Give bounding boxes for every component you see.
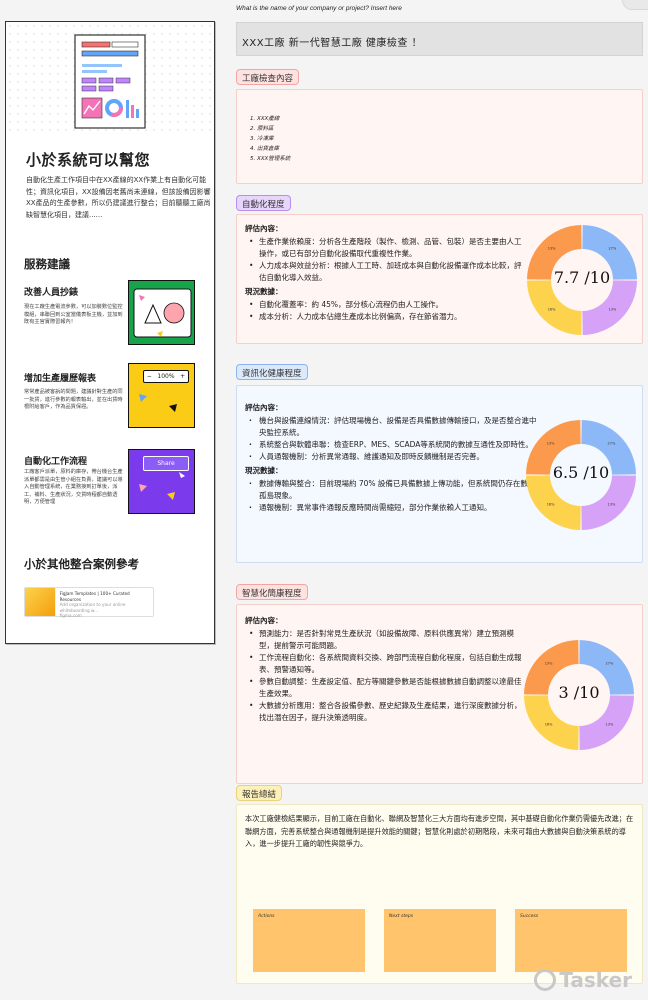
document-illustration-icon (74, 34, 146, 129)
donut-label: 27% (609, 247, 617, 251)
eval-item: 人力成本與效益分析：根據人工工時、加班成本與自動化設備運作成本比較，評估自動化導… (245, 260, 525, 284)
case-title: FigJam Templates | 100+ Curated Resource… (59, 591, 130, 602)
donut-label: 16% (545, 722, 553, 726)
donut-label: 13% (548, 247, 556, 251)
eval-item: 系統整合與軟體串聯：檢查ERP、MES、SCADA等系統間的數據互通性及即時性。 (245, 439, 540, 451)
summary-card: 本次工廠健檢結果顯示，目前工廠在自動化、聯網及智慧化三大方面均有進步空間，其中基… (236, 804, 643, 984)
case-thumbnail (25, 588, 56, 616)
tasker-logo-icon (534, 969, 557, 991)
section-label-automation: 自動化程度 (236, 195, 291, 211)
service-title: 自動化工作流程 (24, 457, 88, 467)
donut-label: 13% (608, 502, 616, 506)
eval-item: 工作流程自動化：各系統間資料交換、跨部門流程自動化程度，包括自動生成報表、預警通… (245, 652, 525, 676)
donut-label: 16% (547, 502, 555, 506)
eval-item: 人員通報機制：分析異常通報、維護通知及即時反饋機制是否完善。 (245, 451, 540, 463)
data-item: 自動化覆蓋率：約 45%，部分核心流程仍由人工操作。 (245, 299, 525, 311)
data-item: 通報機制：異常事件通報反應時間尚需縮短，部分作業依賴人工通知。 (245, 502, 540, 514)
inspection-item: 4. 出貨倉庫 (250, 146, 279, 152)
inspection-card: 1. XXX產線 2. 原料區 3. 冷凍庫 4. 出貨倉庫 5. XXX管理系… (236, 89, 643, 184)
case-source: figma.com (59, 613, 82, 618)
automation-score: 7.7 /10 (553, 268, 611, 287)
donut-label: 16% (548, 307, 556, 311)
case-link-card[interactable]: FigJam Templates | 100+ Curated Resource… (24, 587, 154, 618)
service-title: 改善人員抄錶 (24, 288, 79, 298)
inspection-item: 2. 原料區 (250, 126, 274, 132)
it-health-donut-chart: 27% 13% 16% 13% 6.5 /10 (525, 419, 637, 531)
donut-label: 13% (545, 662, 553, 666)
intelligence-score: 3 /10 (558, 683, 600, 702)
service-description: 現在工廠生產電流參數，可以加裝數位監控模組，串聯回到公室當儀表板主機，並加到既有… (24, 304, 123, 325)
donut-label: 27% (608, 442, 616, 446)
left-panel: 小於系統可以幫您 自動化生產工作項目中在XX產線的XX作業上有自動化可能性；資訊… (5, 21, 215, 644)
eval-item: 生產作業依賴度：分析各生產階段（製作、檢測、品管、包裝）是否主要由人工操作，或已… (245, 236, 525, 260)
share-button: Share (143, 456, 189, 471)
left-panel-title: 小於系統可以幫您 (26, 151, 151, 169)
donut-label: 13% (547, 442, 555, 446)
eval-heading: 評估內容： (245, 616, 283, 625)
services-heading: 服務建議 (24, 257, 70, 271)
zoom-out-icon: − (146, 373, 152, 380)
eval-heading: 評估內容： (245, 224, 283, 233)
it-health-score: 6.5 /10 (552, 463, 610, 482)
intelligence-donut-chart: 27% 13% 16% 13% 3 /10 (523, 639, 635, 751)
data-item: 成本分析：人力成本佔總生產成本比例偏高，存在節省潛力。 (245, 311, 525, 323)
summary-text: 本次工廠健檢結果顯示，目前工廠在自動化、聯網及智慧化三大方面均有進步空間，其中基… (245, 814, 634, 848)
service-illustration-zoom: − 100% + (128, 363, 195, 428)
sticky-note-actions[interactable]: Actions (253, 909, 365, 972)
service-title: 增加生產履歷報表 (24, 374, 97, 384)
section-label-inspection: 工廠檢查內容 (236, 69, 300, 85)
service-description: 常常產品被客訴的問題，建議針對生產的同一批貨，進行參數的報表輸出，並在出貨時根附… (24, 389, 123, 410)
intelligence-card: 評估內容： 預測能力：是否針對常見生產狀況（如設備故障、原料供應異常）建立預測模… (236, 604, 643, 784)
zoom-level: 100% (157, 373, 175, 380)
data-heading: 現況數據： (245, 287, 283, 296)
project-name-prompt: What is the name of your company or proj… (236, 5, 402, 12)
service-illustration-share: Share (128, 449, 195, 514)
case-subtitle: Add organization to your online whiteboa… (59, 602, 126, 613)
service-description: 工廠客戶派單，原料的庫存，帶台機台生產派單都需是由生管小組在負責，建議可以導入自… (24, 469, 123, 505)
left-panel-intro: 自動化生產工作項目中在XX產線的XX作業上有自動化可能性；資訊化項目，XX設備因… (26, 176, 211, 219)
eval-item: 機台與設備連線情況：評估現場機台、設備是否具備數據傳輸接口，及是否整合進中央監控… (245, 415, 540, 439)
inspection-item: 3. 冷凍庫 (250, 136, 274, 142)
tasker-watermark: Tasker (534, 968, 632, 992)
sticky-note-next-steps[interactable]: Next steps (384, 909, 496, 972)
eval-item: 參數自動調整：生產設定值、配方等關鍵參數是否能根據數據自動調整以達最佳生產效果。 (245, 676, 525, 700)
eval-heading: 評估內容： (245, 403, 283, 412)
cases-heading: 小於其他整合案例參考 (24, 557, 139, 571)
donut-label: 13% (609, 307, 617, 311)
donut-label: 13% (606, 722, 614, 726)
automation-donut-chart: 27% 13% 16% 13% 7.7 /10 (526, 224, 638, 336)
zoom-in-icon: + (180, 373, 186, 380)
service-illustration-meter (128, 280, 195, 345)
section-label-intelligence: 智慧化簡康程度 (236, 584, 308, 600)
top-right-tab (622, 0, 648, 10)
inspection-item: 5. XXX管理系統 (250, 156, 291, 162)
eval-item: 大數據分析應用：整合各設備參數、歷史紀錄及生產結果，進行深度數據分析，找出潛在因… (245, 700, 525, 724)
data-item: 數據傳輸與整合：目前現場約 70% 設備已具備數據上傳功能，但系統間仍存在數據孤… (245, 478, 540, 502)
inspection-item: 1. XXX產線 (250, 116, 280, 122)
data-heading: 現況數據： (245, 466, 283, 475)
it-health-card: 評估內容： 機台與設備連線情況：評估現場機台、設備是否具備數據傳輸接口，及是否整… (236, 385, 643, 563)
section-label-it-health: 資訊化健康程度 (236, 364, 308, 380)
section-label-summary: 報告總結 (236, 785, 283, 801)
eval-item: 預測能力：是否針對常見生產狀況（如設備故障、原料供應異常）建立預測模型，提前警示… (245, 628, 525, 652)
automation-card: 評估內容： 生產作業依賴度：分析各生產階段（製作、檢測、品管、包裝）是否主要由人… (236, 214, 643, 344)
report-header: XXX工廠 新一代智慧工廠 健康檢查 ！ (236, 22, 643, 56)
sticky-note-success[interactable]: Success (515, 909, 627, 972)
donut-label: 27% (606, 662, 614, 666)
watermark-text: Tasker (559, 968, 632, 992)
